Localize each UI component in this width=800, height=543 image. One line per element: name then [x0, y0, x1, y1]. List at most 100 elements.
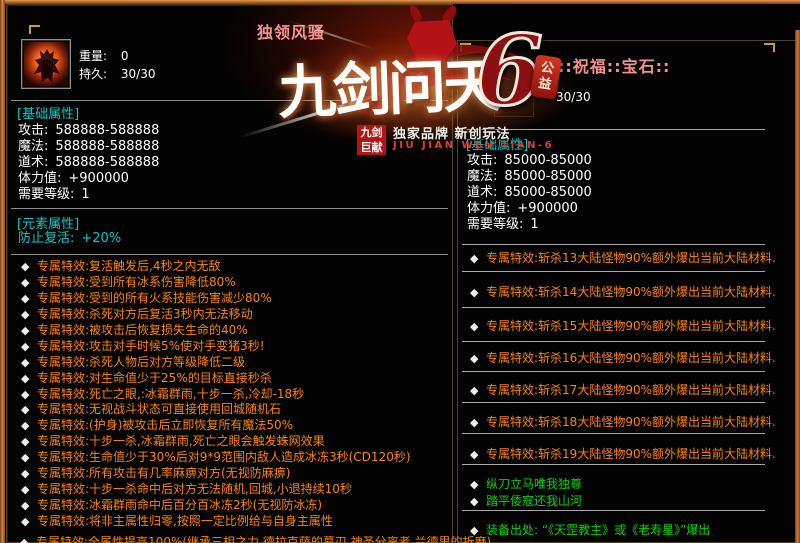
divider	[462, 129, 765, 130]
divider	[462, 371, 765, 372]
stat-label: 需要等级:	[467, 217, 523, 232]
effect-line-clipped: ◆专属特效:全属性提高100%(继承三相之力,德拉克萨的暮刃,神圣分离者,兰德里…	[20, 536, 510, 543]
diamond-bullet-icon: ◆	[470, 448, 484, 461]
stat-row: 魔法:85000-85000	[467, 169, 592, 185]
effect-line: ◆专属特效:斩杀16大陆怪物90%额外爆出当前大陆材料.	[470, 349, 776, 366]
weight-value: 0	[121, 49, 129, 63]
effect-line: ◆专属特效:斩杀19大陆怪物90%额外爆出当前大陆材料.	[470, 445, 776, 462]
window-border-top	[0, 0, 800, 4]
stat-value: 85000-85000	[504, 153, 591, 168]
stat-value: 588888-588888	[55, 123, 159, 138]
stat-value: +900000	[517, 201, 578, 216]
diamond-bullet-icon: ◆	[20, 537, 34, 543]
diamond-bullet-icon: ◆	[470, 384, 484, 397]
diamond-bullet-icon: ◆	[21, 514, 35, 530]
stat-value: 1	[530, 217, 538, 232]
effect-text: 专属特效:攻击对手时候5%使对手变猪3秒!	[37, 339, 265, 353]
diamond-bullet-icon: ◆	[21, 498, 35, 514]
stat-label: 攻击:	[467, 153, 497, 168]
stat-row: 攻击: 85000-85000	[467, 153, 592, 169]
effect-text: 专属特效:被攻击后恢复损失生命的40%	[37, 323, 248, 337]
stat-value: +20%	[81, 231, 121, 246]
effect-line: ◆专属特效:斩杀14大陆怪物90%额外爆出当前大陆材料.	[470, 283, 776, 300]
weight-label: 重量:	[79, 49, 107, 63]
effect-text: 专属特效:对生命值少于25%的目标直接秒杀	[37, 371, 272, 385]
durability-row: 持久: 30/30	[79, 65, 155, 82]
effect-text: 专属特效:生命值少于30%后对9*9范围内敌人造成冰冻3秒(CD120秒)	[37, 450, 411, 464]
effect-line: ◆专属特效:斩杀13大陆怪物90%额外爆出当前大陆材料.	[470, 249, 776, 266]
stat-label: 道术:	[467, 185, 497, 200]
item-icon[interactable]	[21, 39, 71, 89]
effect-text: 专属特效:十步一杀命中后对方无法随机,回城,小退持续10秒	[37, 482, 352, 496]
diamond-bullet-icon: ◆	[470, 495, 484, 508]
diamond-bullet-icon: ◆	[470, 352, 484, 365]
effect-text: 专属特效:复活触发后,4秒之内无敌	[37, 259, 221, 273]
game-screen: 独领风骚 重量: 0 持久: 30/30 [基础属性] 攻击:588888-58…	[0, 0, 800, 543]
stat-row: 需要等级: 1	[467, 217, 592, 233]
weight-row: 重量: 0	[79, 47, 129, 64]
stat-label: 需要等级:	[18, 187, 74, 202]
divider	[462, 271, 765, 272]
effect-text: 专属特效:(护身)被攻击后立即恢复所有魔法50%	[37, 418, 293, 432]
diamond-bullet-icon: ◆	[21, 307, 35, 323]
diamond-bullet-icon: ◆	[21, 418, 35, 434]
diamond-bullet-icon: ◆	[470, 416, 484, 429]
stat-value: +900000	[68, 171, 129, 186]
effect-text: 专属特效:斩杀14大陆怪物90%额外爆出当前大陆材料.	[486, 285, 776, 299]
stat-label: 体力值:	[467, 201, 510, 216]
effect-text: 专属特效:受到所有冰系伤害降低80%	[37, 275, 236, 289]
window-border-right	[795, 30, 800, 543]
effect-text: 专属特效:斩杀15大陆怪物90%额外爆出当前大陆材料.	[486, 319, 776, 333]
section-base-attributes: [基础属性]	[17, 103, 79, 122]
base-stats: 攻击:588888-588888 魔法:588888-588888 道术:588…	[18, 123, 159, 203]
base-stats: 攻击: 85000-85000 魔法:85000-85000 道术: 85000-8…	[467, 153, 592, 233]
stat-label: 防止复活:	[18, 231, 74, 246]
section-element-attributes: [元素属性]	[17, 213, 79, 232]
item-tooltip-right: ::祝福::宝石:: 30/30 [基础属性] 攻击:85000-85000 魔…	[457, 40, 800, 543]
diamond-bullet-icon: ◆	[21, 450, 35, 466]
divider	[462, 341, 765, 342]
motto-text: 踏平倭寇还我山河	[486, 494, 582, 508]
source-text: 装备出处: “《天罡教主》或《老寿星》”爆出	[486, 523, 710, 537]
diamond-bullet-icon: ◆	[470, 286, 484, 299]
diamond-bullet-icon: ◆	[21, 355, 35, 371]
durability-label: 持久:	[79, 67, 107, 81]
demon-silhouette-icon	[24, 42, 70, 88]
divider	[11, 100, 448, 101]
diamond-bullet-icon: ◆	[21, 323, 35, 339]
effect-text: 专属特效:斩杀16大陆怪物90%额外爆出当前大陆材料.	[486, 351, 776, 365]
stat-row: 道术: 85000-85000	[467, 185, 592, 201]
effect-line: ◆专属特效:斩杀18大陆怪物90%额外爆出当前大陆材料.	[470, 413, 776, 430]
stat-value: 588888-588888	[55, 155, 159, 170]
item-title: ::祝福::宝石::	[558, 53, 670, 77]
diamond-bullet-icon: ◆	[470, 478, 484, 491]
stat-label: 体力值:	[18, 171, 61, 186]
diamond-bullet-icon: ◆	[470, 252, 484, 265]
durability-value: 30/30	[556, 90, 591, 104]
diamond-bullet-icon: ◆	[21, 339, 35, 355]
item-slot-outline[interactable]	[494, 67, 534, 117]
diamond-bullet-icon: ◆	[21, 434, 35, 450]
diamond-bullet-icon: ◆	[21, 259, 35, 275]
stat-row: 体力值: +900000	[18, 171, 159, 187]
stat-label: 魔法:	[18, 139, 48, 154]
diamond-bullet-icon: ◆	[21, 371, 35, 387]
corner-bracket-icon	[29, 25, 40, 34]
effect-text: 专属特效:死亡之眼,:冰霜群雨,十步一杀,冷却-18秒	[37, 387, 304, 401]
motto-text: 纵刀立马唯我独尊	[486, 477, 582, 491]
effect-line: ◆专属特效:斩杀17大陆怪物90%额外爆出当前大陆材料.	[470, 381, 776, 398]
stat-row: 防止复活: +20%	[18, 231, 121, 247]
effect-text: 专属特效:斩杀18大陆怪物90%额外爆出当前大陆材料.	[486, 415, 776, 429]
divider	[462, 244, 765, 245]
effect-line: ◆专属特效:斩杀15大陆怪物90%额外爆出当前大陆材料.	[470, 317, 776, 334]
stat-label: 魔法:	[467, 169, 497, 184]
diamond-bullet-icon: ◆	[21, 291, 35, 307]
section-base-attributes: [基础属性]	[466, 134, 528, 153]
effect-text: 专属特效:十步一杀,冰霜群雨,死亡之眼会触发蛛网效果	[37, 434, 325, 448]
stat-value: 85000-85000	[504, 185, 591, 200]
motto-line: ◆纵刀立马唯我独尊	[470, 475, 582, 492]
effect-text: 专属特效:将非主属性归零,按照一定比例给与自身主属性	[37, 514, 333, 528]
diamond-bullet-icon: ◆	[21, 387, 35, 403]
window-border-left	[0, 0, 5, 543]
stat-row: 魔法:588888-588888	[18, 139, 159, 155]
